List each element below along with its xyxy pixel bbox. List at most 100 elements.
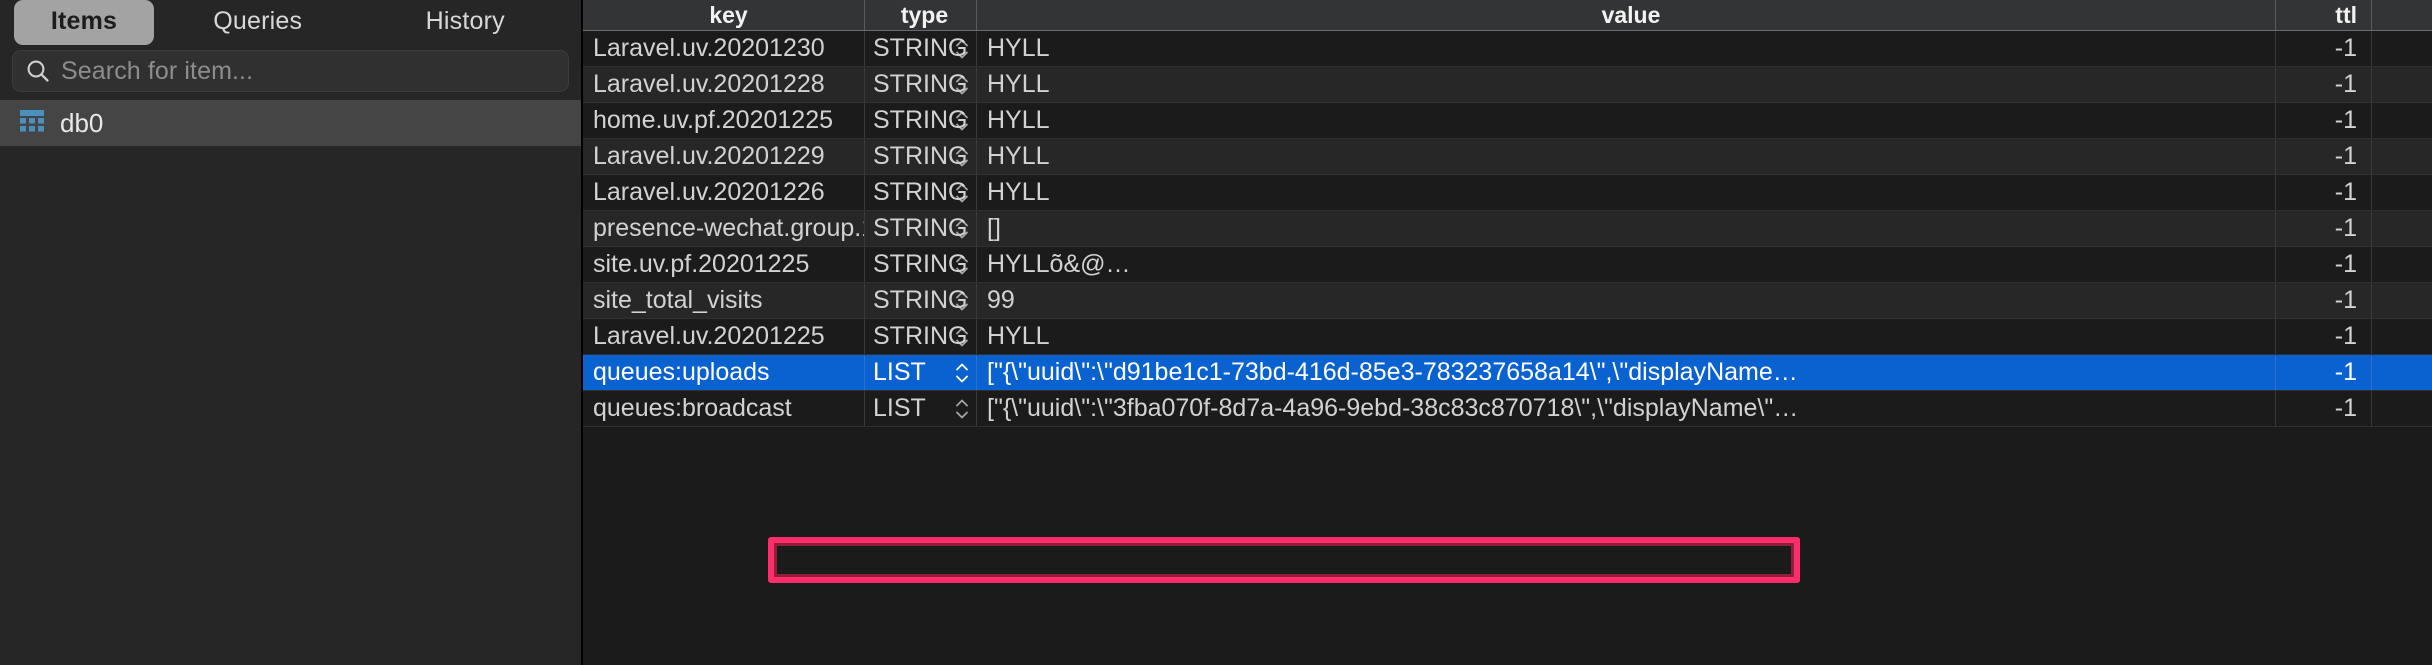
search-icon xyxy=(25,58,51,84)
table-row[interactable]: queues:broadcast LIST ["{\"uuid\":\"3fba07… xyxy=(583,391,2432,427)
table-row[interactable]: Laravel.uv.20201229 STRING HYLL -1 xyxy=(583,139,2432,175)
column-header-ttl[interactable]: ttl xyxy=(2276,0,2372,30)
search-input[interactable]: Search for item... xyxy=(12,50,569,92)
table-row[interactable]: Laravel.uv.20201230 STRING HYLL -1 xyxy=(583,31,2432,67)
table-row[interactable]: presence-wechat.group.1:me…STRING[]-1 xyxy=(583,211,2432,247)
cell-ttl[interactable]: -1 xyxy=(2276,355,2372,390)
cell-type[interactable]: LIST xyxy=(865,391,977,426)
cell-type[interactable]: STRING xyxy=(865,175,977,210)
items-table: key type value ttl Laravel.uv.20201230 ST… xyxy=(583,0,2432,665)
cell-type[interactable]: STRING xyxy=(865,67,977,102)
cell-type-label: LIST xyxy=(873,394,926,422)
type-stepper-icon[interactable] xyxy=(954,290,970,311)
cell-key[interactable]: Laravel.uv.20201225 xyxy=(583,319,865,354)
cell-ttl[interactable]: -1 xyxy=(2276,391,2372,426)
search-placeholder-text: Search for item... xyxy=(61,56,254,85)
cell-key[interactable]: presence-wechat.group.1:me… xyxy=(583,211,865,246)
cell-value[interactable]: [] xyxy=(977,211,2276,246)
tab-items[interactable]: Items xyxy=(14,0,154,45)
cell-spacer xyxy=(2372,319,2432,354)
type-stepper-icon[interactable] xyxy=(954,74,970,95)
cell-type[interactable]: STRING xyxy=(865,283,977,318)
cell-type-label: LIST xyxy=(873,358,926,386)
table-row[interactable]: Laravel.uv.20201225 STRING HYLL -1 xyxy=(583,319,2432,355)
table-header: key type value ttl xyxy=(583,0,2432,31)
cell-type[interactable]: STRING xyxy=(865,211,977,246)
cell-value[interactable]: HYLLõ&@… xyxy=(977,247,2276,282)
cell-value[interactable]: HYLL xyxy=(977,67,2276,102)
sidebar-item-label: db0 xyxy=(60,107,104,138)
cell-value[interactable]: HYLL xyxy=(977,31,2276,66)
cell-ttl[interactable]: -1 xyxy=(2276,211,2372,246)
type-stepper-icon[interactable] xyxy=(954,110,970,131)
cell-key[interactable]: site_total_visits xyxy=(583,283,865,318)
cell-value[interactable]: HYLL xyxy=(977,319,2276,354)
table-body: Laravel.uv.20201230 STRING HYLL -1 Laravel.u… xyxy=(583,31,2432,427)
cell-value[interactable]: HYLL xyxy=(977,175,2276,210)
table-row[interactable]: site.uv.pf.20201225 STRING HYLLõ&@… -1 xyxy=(583,247,2432,283)
cell-ttl[interactable]: -1 xyxy=(2276,283,2372,318)
cell-spacer xyxy=(2372,391,2432,426)
cell-ttl[interactable]: -1 xyxy=(2276,319,2372,354)
cell-key[interactable]: home.uv.pf.20201225 xyxy=(583,103,865,138)
type-stepper-icon[interactable] xyxy=(954,218,970,239)
type-stepper-icon[interactable] xyxy=(954,362,970,383)
cell-spacer xyxy=(2372,247,2432,282)
column-header-value[interactable]: value xyxy=(977,0,2276,30)
cell-key[interactable]: Laravel.uv.20201226 xyxy=(583,175,865,210)
cell-key[interactable]: Laravel.uv.20201229 xyxy=(583,139,865,174)
cell-key[interactable]: queues:uploads xyxy=(583,355,865,390)
type-stepper-icon[interactable] xyxy=(954,182,970,203)
cell-spacer xyxy=(2372,355,2432,390)
cell-value[interactable]: HYLL xyxy=(977,139,2276,174)
sidebar-item-db0[interactable]: db0 xyxy=(0,100,581,146)
cell-key[interactable]: Laravel.uv.20201228 xyxy=(583,67,865,102)
cell-spacer xyxy=(2372,103,2432,138)
type-stepper-icon[interactable] xyxy=(954,146,970,167)
cell-type[interactable]: STRING xyxy=(865,139,977,174)
table-row[interactable]: Laravel.uv.20201226 STRING HYLL -1 xyxy=(583,175,2432,211)
cell-ttl[interactable]: -1 xyxy=(2276,175,2372,210)
type-stepper-icon[interactable] xyxy=(954,326,970,347)
table-row[interactable]: site_total_visits STRING 99 -1 xyxy=(583,283,2432,319)
cell-spacer xyxy=(2372,139,2432,174)
cell-type[interactable]: LIST xyxy=(865,355,977,390)
table-row[interactable]: home.uv.pf.20201225 STRING HYLL -1 xyxy=(583,103,2432,139)
cell-key[interactable]: site.uv.pf.20201225 xyxy=(583,247,865,282)
cell-type[interactable]: STRING xyxy=(865,319,977,354)
cell-type[interactable]: STRING xyxy=(865,31,977,66)
cell-value[interactable]: ["{\"uuid\":\"3fba070f-8d7a-4a96-9ebd-38… xyxy=(977,391,2276,426)
cell-key[interactable]: Laravel.uv.20201230 xyxy=(583,31,865,66)
table-row[interactable]: queues:uploads LIST ["{\"uuid\":\"d91be1c1… xyxy=(583,355,2432,391)
cell-value[interactable]: 99 xyxy=(977,283,2276,318)
cell-ttl[interactable]: -1 xyxy=(2276,139,2372,174)
cell-value[interactable]: ["{\"uuid\":\"d91be1c1-73bd-416d-85e3-78… xyxy=(977,355,2276,390)
cell-spacer xyxy=(2372,175,2432,210)
cell-ttl[interactable]: -1 xyxy=(2276,103,2372,138)
database-list: db0 xyxy=(0,100,581,665)
cell-value[interactable]: HYLL xyxy=(977,103,2276,138)
cell-ttl[interactable]: -1 xyxy=(2276,31,2372,66)
cell-ttl[interactable]: -1 xyxy=(2276,67,2372,102)
search-container: Search for item... xyxy=(0,44,581,100)
table-row[interactable]: Laravel.uv.20201228 STRING HYLL -1 xyxy=(583,67,2432,103)
redis-client-window: Items Queries History Search for item... xyxy=(0,0,2432,665)
tab-queries[interactable]: Queries xyxy=(154,0,362,45)
type-stepper-icon[interactable] xyxy=(954,398,970,419)
cell-spacer xyxy=(2372,211,2432,246)
column-header-type[interactable]: type xyxy=(865,0,977,30)
tab-history[interactable]: History xyxy=(362,0,570,45)
cell-spacer xyxy=(2372,283,2432,318)
cell-type[interactable]: STRING xyxy=(865,247,977,282)
cell-type[interactable]: STRING xyxy=(865,103,977,138)
type-stepper-icon[interactable] xyxy=(954,254,970,275)
type-stepper-icon[interactable] xyxy=(954,38,970,59)
annotation-highlight-rect xyxy=(768,537,1800,583)
column-header-key[interactable]: key xyxy=(583,0,865,30)
cell-spacer xyxy=(2372,31,2432,66)
database-grid-icon xyxy=(18,107,46,140)
column-header-spacer xyxy=(2372,0,2432,30)
cell-ttl[interactable]: -1 xyxy=(2276,247,2372,282)
sidebar: Items Queries History Search for item... xyxy=(0,0,583,665)
cell-key[interactable]: queues:broadcast xyxy=(583,391,865,426)
